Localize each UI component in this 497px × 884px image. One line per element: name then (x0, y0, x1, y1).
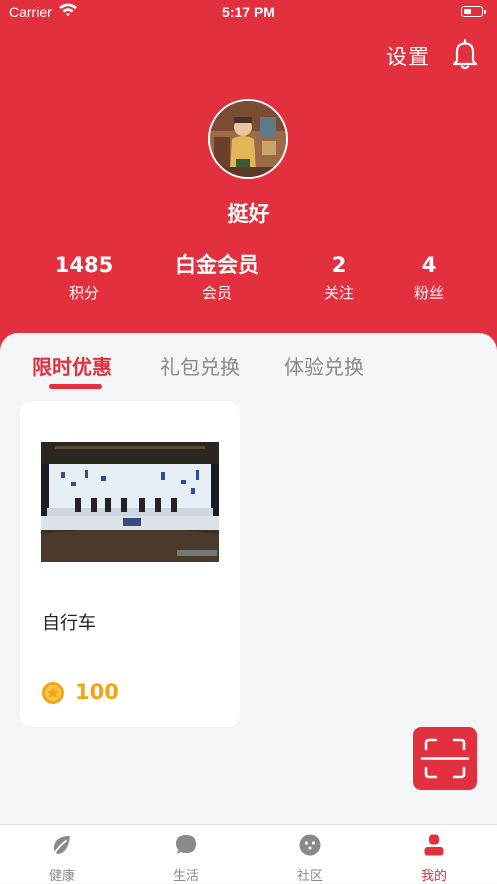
nav-label: 健康 (48, 869, 75, 884)
chat-bubble-icon (146, 833, 226, 861)
tab-indicator (49, 384, 102, 389)
avatar[interactable] (208, 99, 288, 179)
stat-label: 积分 (68, 284, 99, 302)
nav-label: 社区 (296, 869, 323, 884)
stats-row: 1485 积分 白金会员 会员 2 关注 4 粉丝 (0, 251, 497, 311)
scan-button[interactable] (413, 727, 477, 790)
stat-followers[interactable]: 4 粉丝 (369, 251, 489, 304)
product-title: 自行车 (42, 613, 96, 634)
nav-community[interactable]: 社区 (270, 833, 350, 884)
leaf-icon (22, 833, 102, 861)
tab-limited-offer[interactable]: 限时优惠 (32, 351, 112, 380)
nav-mine[interactable]: 我的 (394, 833, 474, 884)
tab-bar: 限时优惠 礼包兑换 体验兑换 (0, 333, 497, 393)
tab-gift-exchange[interactable]: 礼包兑换 (160, 351, 240, 380)
settings-button[interactable]: 设置 (386, 41, 430, 71)
scan-icon (413, 738, 477, 794)
stat-value: 白金会员 (175, 253, 259, 277)
stat-membership[interactable]: 白金会员 会员 (157, 251, 277, 304)
stat-value: 1485 (54, 253, 114, 277)
smiley-icon (270, 833, 350, 861)
nav-life[interactable]: 生活 (146, 833, 226, 884)
stat-label: 粉丝 (413, 284, 444, 302)
nav-label: 我的 (420, 869, 447, 884)
profile-header: Carrier 5:17 PM 设置 挺好 1485 积分 白金会员 会员 2 … (0, 0, 497, 360)
stat-points[interactable]: 1485 积分 (24, 251, 144, 304)
battery-icon (461, 6, 486, 17)
user-icon (394, 833, 474, 861)
nav-label: 生活 (172, 869, 199, 884)
status-bar: Carrier 5:17 PM (0, 0, 497, 26)
product-image (41, 442, 219, 562)
clock: 5:17 PM (222, 4, 275, 20)
nav-health[interactable]: 健康 (22, 833, 102, 884)
product-price: 100 (75, 680, 119, 704)
coin-icon (41, 681, 65, 705)
stat-value: 4 (421, 253, 437, 277)
bottom-nav: 健康 生活 社区 我的 (0, 824, 497, 884)
product-card[interactable]: 自行车 100 (20, 401, 240, 727)
stat-label: 会员 (201, 284, 232, 302)
tab-experience-exchange[interactable]: 体验兑换 (284, 351, 364, 380)
bell-icon[interactable] (452, 38, 478, 74)
username: 挺好 (227, 202, 270, 226)
